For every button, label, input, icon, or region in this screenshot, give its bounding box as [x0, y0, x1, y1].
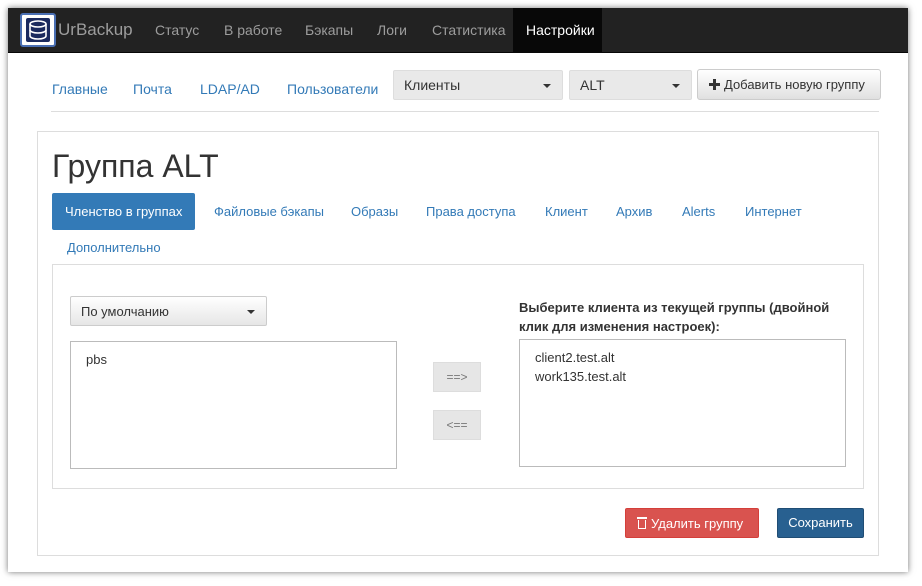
chevron-down-icon [247, 310, 255, 314]
available-clients-list[interactable]: pbs [70, 341, 397, 469]
group-select[interactable]: ALT [569, 70, 692, 100]
settings-tab-ldap[interactable]: LDAP/AD [200, 81, 260, 97]
nav-item-activities[interactable]: В работе [224, 8, 282, 53]
list-item[interactable]: pbs [86, 350, 381, 369]
chevron-down-icon [543, 84, 551, 88]
group-select-value: ALT [580, 77, 605, 93]
page-title: Группа ALT [52, 148, 219, 184]
divider [51, 111, 879, 112]
app-window: UrBackup Статус В работе Бэкапы Логи Ста… [8, 8, 908, 572]
nav-item-logs[interactable]: Логи [377, 8, 407, 53]
delete-group-label: Удалить группу [651, 516, 744, 531]
settings-tab-users[interactable]: Пользователи [287, 81, 378, 97]
tab-images[interactable]: Образы [351, 204, 398, 219]
tab-membership[interactable]: Членство в группах [52, 193, 196, 230]
nav-item-statistics[interactable]: Статистика [432, 8, 506, 53]
plus-icon [709, 79, 720, 90]
tab-file-backups[interactable]: Файловые бэкапы [214, 204, 324, 219]
chevron-down-icon [672, 84, 680, 88]
tab-alerts[interactable]: Alerts [682, 204, 715, 219]
settings-tab-general[interactable]: Главные [52, 81, 108, 97]
settings-tab-mail[interactable]: Почта [133, 81, 172, 97]
brand-name[interactable]: UrBackup [58, 20, 133, 40]
list-item[interactable]: client2.test.alt [535, 348, 830, 367]
tab-advanced[interactable]: Дополнительно [67, 240, 161, 255]
nav-item-settings[interactable]: Настройки [513, 8, 602, 53]
source-group-select[interactable]: По умолчанию [70, 296, 267, 326]
current-clients-label: Выберите клиента из текущей группы (двой… [519, 300, 830, 334]
trash-icon [637, 517, 647, 529]
tab-client[interactable]: Клиент [545, 204, 588, 219]
list-item[interactable]: work135.test.alt [535, 367, 830, 386]
add-to-group-button[interactable]: ==> [433, 362, 481, 392]
nav-item-backups[interactable]: Бэкапы [305, 8, 353, 53]
tab-archive[interactable]: Архив [616, 204, 652, 219]
tab-internet[interactable]: Интернет [745, 204, 802, 219]
save-button[interactable]: Сохранить [777, 508, 864, 538]
type-select[interactable]: Клиенты [393, 70, 563, 100]
top-navbar: UrBackup Статус В работе Бэкапы Логи Ста… [8, 8, 908, 53]
source-group-value: По умолчанию [81, 304, 169, 319]
urbackup-logo-icon[interactable] [20, 13, 56, 47]
type-select-value: Клиенты [404, 77, 461, 93]
delete-group-button[interactable]: Удалить группу [625, 508, 759, 538]
nav-item-status[interactable]: Статус [155, 8, 199, 53]
current-clients-list[interactable]: client2.test.alt work135.test.alt [519, 339, 846, 467]
database-icon [29, 20, 47, 40]
remove-from-group-button[interactable]: <== [433, 410, 481, 440]
add-group-label: Добавить новую группу [724, 77, 865, 92]
add-group-button[interactable]: Добавить новую группу [697, 69, 881, 100]
tab-permissions[interactable]: Права доступа [426, 204, 516, 219]
